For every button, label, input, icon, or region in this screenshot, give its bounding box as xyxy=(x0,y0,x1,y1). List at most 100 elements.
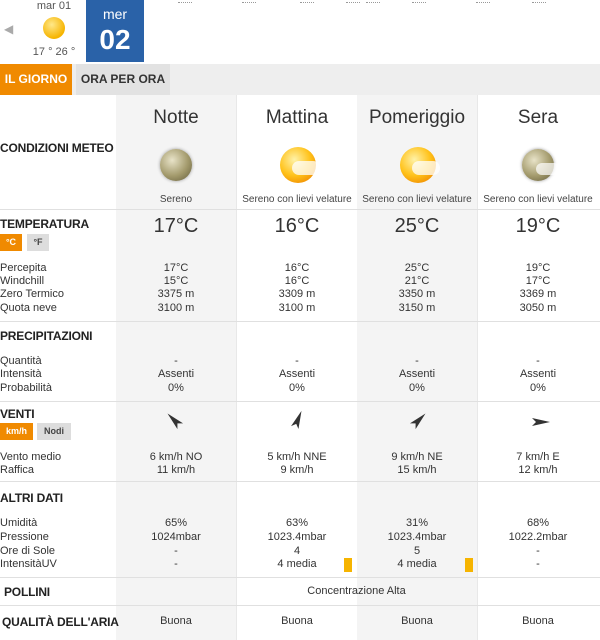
avg-wind-value: 7 km/h E xyxy=(516,451,560,463)
temperature-value: 19°C xyxy=(515,215,561,237)
celsius-toggle[interactable]: °C xyxy=(0,234,22,251)
gust-value: 12 km/h xyxy=(518,464,558,476)
intensity-value: Assenti xyxy=(278,368,316,380)
wind-arrow-svg xyxy=(409,413,426,430)
period-name: Mattina xyxy=(265,107,329,128)
sun-hours-value: - xyxy=(536,545,540,557)
wind-arrow-icon xyxy=(116,407,236,437)
gust-value: 11 km/h xyxy=(156,464,196,476)
current-day-number: 02 xyxy=(99,24,131,55)
condition-text: Sereno con lievi velature xyxy=(242,194,352,205)
period-name: Pomeriggio xyxy=(368,107,466,128)
probability-value: 0% xyxy=(168,382,184,394)
condition-text: Sereno con lievi velature xyxy=(483,194,593,205)
day-prev[interactable]: mar 01 17 ° 26 ° xyxy=(24,0,84,64)
probability-value: 0% xyxy=(530,382,546,394)
pressure-value: 1023.4mbar xyxy=(267,531,327,543)
moon-icon xyxy=(160,149,192,181)
uv-indicator xyxy=(344,558,352,572)
section-temperature: TEMPERATURA xyxy=(0,217,89,231)
windchill-value: 17°C xyxy=(525,275,551,287)
probability-value: 0% xyxy=(409,382,425,394)
wind-arrow-shape xyxy=(532,418,550,426)
humidity-value: 63% xyxy=(285,517,309,529)
windchill-value: 15°C xyxy=(163,275,189,287)
period-name: Sera xyxy=(517,107,559,128)
label-quantity: Quantità xyxy=(0,355,42,367)
sun-veil-icon xyxy=(280,147,320,183)
uv-indicator xyxy=(465,558,473,572)
label-gust: Raffica xyxy=(0,464,35,476)
snow-level-value: 3050 m xyxy=(519,302,557,314)
day-current[interactable]: mer 02 xyxy=(86,0,144,62)
prev-day-name: mar 01 xyxy=(36,0,72,12)
tab-ora-per-ora[interactable]: ORA PER ORA xyxy=(76,64,170,95)
label-sun-hours: Ore di Sole xyxy=(0,545,56,557)
humidity-value: 65% xyxy=(164,517,188,529)
prev-day-range: 17 ° 26 ° xyxy=(32,46,76,58)
sun-hours-value: - xyxy=(174,545,178,557)
strip-ticks xyxy=(150,0,590,6)
wind-arrow-icon xyxy=(478,407,598,437)
current-day-name: mer xyxy=(102,6,128,22)
fahrenheit-toggle[interactable]: °F xyxy=(27,234,49,251)
section-conditions: CONDIZIONI METEO xyxy=(0,141,114,155)
zero-term-value: 3375 m xyxy=(157,288,195,300)
divider xyxy=(0,577,600,578)
tab-bar: IL GIORNO ORA PER ORA xyxy=(0,64,600,95)
perceived-value: 17°C xyxy=(163,262,189,274)
zero-term-value: 3309 m xyxy=(278,288,316,300)
section-winds: VENTI xyxy=(0,407,35,421)
wind-arrow-shape xyxy=(167,413,184,430)
pressure-value: 1022.2mbar xyxy=(508,531,568,543)
section-precipitation: PRECIPITAZIONI xyxy=(0,329,93,343)
zero-term-value: 3350 m xyxy=(398,288,436,300)
perceived-value: 19°C xyxy=(525,262,551,274)
gust-value: 15 km/h xyxy=(397,464,437,476)
perceived-value: 25°C xyxy=(404,262,430,274)
temperature-value: 25°C xyxy=(394,215,440,237)
divider xyxy=(0,481,600,482)
section-other: ALTRI DATI xyxy=(0,491,63,505)
perceived-value: 16°C xyxy=(284,262,310,274)
intensity-value: Assenti xyxy=(157,368,195,380)
label-uv: IntensitàUV xyxy=(0,558,57,570)
sun-hours-value: 4 xyxy=(293,545,301,557)
temperature-value: 16°C xyxy=(274,215,320,237)
intensity-value: Assenti xyxy=(398,368,436,380)
prev-arrow-icon[interactable]: ◀ xyxy=(4,22,13,36)
kmh-toggle[interactable]: km/h xyxy=(0,423,33,440)
wind-arrow-shape xyxy=(291,410,302,430)
avg-wind-value: 9 km/h NE xyxy=(391,451,443,463)
moon-veil-icon xyxy=(522,149,560,181)
uv-value: - xyxy=(536,558,540,570)
divider xyxy=(0,401,600,402)
tab-il-giorno[interactable]: IL GIORNO xyxy=(0,64,72,95)
knots-toggle[interactable]: Nodi xyxy=(37,423,71,440)
wind-arrow-svg xyxy=(291,410,302,430)
wind-arrow-svg xyxy=(167,413,184,430)
quantity-value: - xyxy=(295,355,299,367)
divider xyxy=(0,321,600,322)
air-quality-value: Buona xyxy=(160,615,192,627)
label-snow-level: Quota neve xyxy=(0,302,57,314)
sun-icon xyxy=(43,17,65,39)
sun-hours-value: 5 xyxy=(413,545,421,557)
intensity-value: Assenti xyxy=(519,368,557,380)
pollen-value: Concentrazione Alta xyxy=(307,585,406,597)
divider xyxy=(0,605,600,606)
windchill-value: 21°C xyxy=(404,275,430,287)
label-windchill: Windchill xyxy=(0,275,45,287)
forecast-table: CONDIZIONI METEO TEMPERATURA PRECIPITAZI… xyxy=(0,95,600,640)
air-quality-value: Buona xyxy=(401,615,433,627)
snow-level-value: 3150 m xyxy=(398,302,436,314)
period-name: Notte xyxy=(153,107,199,128)
gust-value: 9 km/h xyxy=(280,464,314,476)
windchill-value: 16°C xyxy=(284,275,310,287)
temperature-value: 17°C xyxy=(153,215,199,237)
pressure-value: 1023.4mbar xyxy=(387,531,447,543)
air-quality-value: Buona xyxy=(281,615,313,627)
avg-wind-value: 6 km/h NO xyxy=(149,451,203,463)
section-air: QUALITÀ DELL'ARIA xyxy=(2,615,119,629)
quantity-value: - xyxy=(536,355,540,367)
